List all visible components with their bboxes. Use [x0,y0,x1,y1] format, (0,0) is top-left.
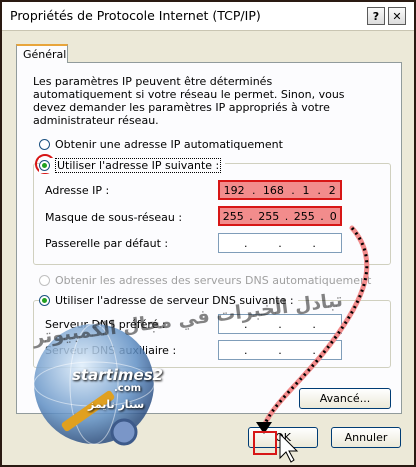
mask-octet-2: 255 [258,209,280,223]
cancel-button[interactable]: Annuler [331,427,401,448]
ip-address-label: Adresse IP : [45,184,110,197]
mask-octet-3: 255 [293,209,315,223]
ip-manual-radio[interactable] [39,160,50,171]
ip-auto-option[interactable]: Obtenir une adresse IP automatiquement [39,138,283,151]
dns-auto-option[interactable]: Obtenir les adresses des serveurs DNS au… [39,274,371,287]
gateway-field[interactable]: ... [218,233,342,253]
dialog-window: Propriétés de Protocole Internet (TCP/IP… [0,0,416,467]
alternate-dns-field[interactable]: ... [218,340,342,360]
help-button[interactable]: ? [367,7,385,25]
subnet-mask-field[interactable]: 255. 255. 255. 0 [218,206,342,226]
dns-auto-label: Obtenir les adresses des serveurs DNS au… [55,274,372,287]
close-button[interactable]: ✕ [388,7,406,25]
advanced-button[interactable]: Avancé... [299,388,391,409]
dns-auto-radio[interactable] [39,275,50,286]
dns-manual-radio[interactable] [39,295,50,306]
ip-manual-option[interactable]: Utiliser l'adresse IP suivante : [39,158,226,173]
ip-auto-radio[interactable] [39,139,50,150]
title-bar: Propriétés de Protocole Internet (TCP/IP… [2,2,414,31]
intro-text: Les paramètres IP peuvent être déterminé… [33,75,345,127]
ip-manual-label: Utiliser l'adresse IP suivante : [55,158,222,173]
ip-octet-1: 192 [223,183,245,197]
ip-octet-4: 2 [328,183,336,197]
mask-octet-4: 0 [329,209,337,223]
ip-octet-2: 168 [262,183,284,197]
ip-auto-label: Obtenir une adresse IP automatiquement [55,138,283,151]
ip-address-field[interactable]: 192. 168. 1. 2 [218,180,342,200]
gateway-label: Passerelle par défaut : [45,237,169,250]
ok-button[interactable]: OK [248,427,318,448]
watermark-site: startimes2 [72,366,164,384]
watermark-arabic-small: ستار تايمز [88,398,145,411]
ip-octet-3: 1 [302,183,310,197]
window-title: Propriétés de Protocole Internet (TCP/IP… [10,8,261,23]
tab-general[interactable]: Général [16,44,68,63]
mask-octet-1: 255 [222,209,244,223]
subnet-mask-label: Masque de sous-réseau : [45,211,183,224]
watermark-com: .com [114,383,142,394]
